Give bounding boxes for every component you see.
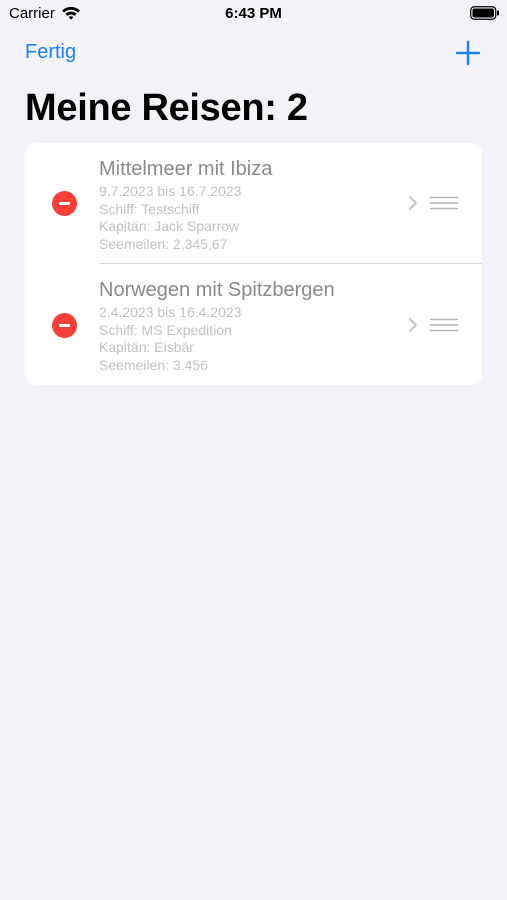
delete-icon[interactable]	[52, 313, 77, 338]
trip-ship: Schiff: MS Expedition	[99, 321, 232, 338]
status-bar: Carrier 6:43 PM	[0, 0, 507, 30]
reorder-icon[interactable]	[430, 318, 458, 332]
trip-details: Norwegen mit Spitzbergen 2.4.2023 bis 16…	[99, 277, 335, 374]
trip-captain: Kapitän: Jack Sparrow	[99, 218, 240, 234]
trip-row[interactable]: Mittelmeer mit Ibiza 9.7.2023 bis 16.7.2…	[25, 143, 482, 264]
reorder-icon[interactable]	[430, 196, 458, 210]
navigation-bar: Fertig	[0, 30, 507, 76]
trip-ship: Schiff: Testschiff	[99, 200, 200, 217]
done-button[interactable]: Fertig	[25, 41, 76, 64]
trip-row[interactable]: Norwegen mit Spitzbergen 2.4.2023 bis 16…	[25, 264, 482, 385]
trip-miles: Seemeilen: 2.345,67	[99, 235, 228, 252]
battery-icon	[470, 6, 499, 20]
trip-details: Mittelmeer mit Ibiza 9.7.2023 bis 16.7.2…	[99, 156, 272, 253]
chevron-right-icon	[409, 318, 417, 332]
trip-name: Mittelmeer mit Ibiza	[99, 158, 273, 180]
delete-icon[interactable]	[52, 191, 77, 216]
plus-icon[interactable]	[455, 40, 481, 66]
trip-dates: 9.7.2023 bis 16.7.2023	[99, 183, 242, 199]
status-time: 6:43 PM	[225, 5, 282, 22]
trip-list: Mittelmeer mit Ibiza 9.7.2023 bis 16.7.2…	[25, 143, 482, 385]
trip-captain: Kapitän: Eisbär	[99, 339, 194, 355]
trip-miles: Seemeilen: 3.456	[99, 356, 208, 373]
chevron-right-icon	[409, 196, 417, 210]
page-title: Meine Reisen: 2	[25, 87, 308, 129]
trip-name: Norwegen mit Spitzbergen	[99, 279, 335, 301]
trip-dates: 2.4.2023 bis 16.4.2023	[99, 304, 242, 320]
